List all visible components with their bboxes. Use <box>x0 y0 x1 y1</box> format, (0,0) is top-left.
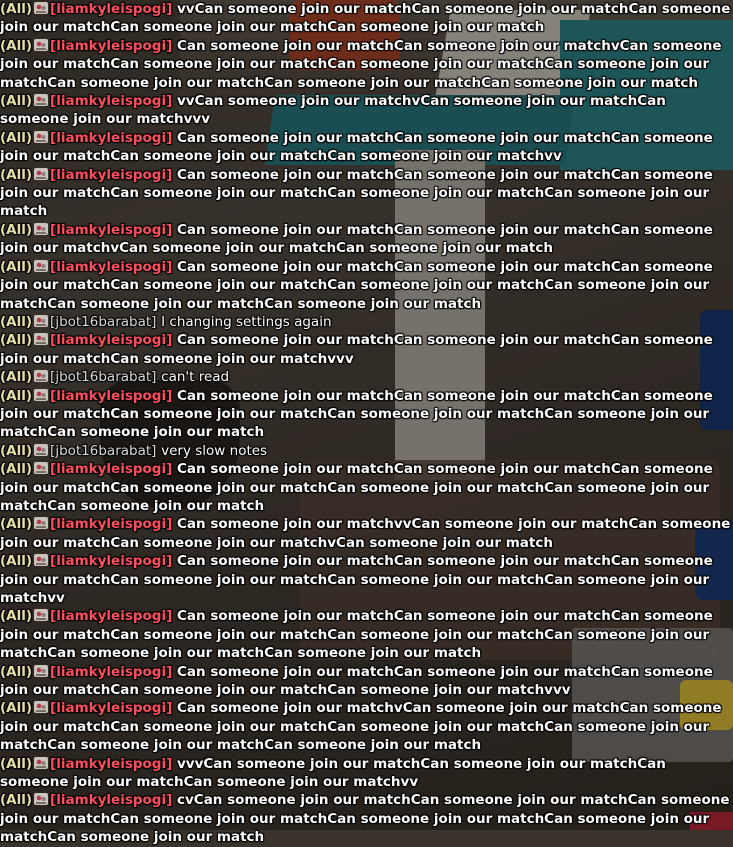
chat-message: (All) [liamkyleispogi] cvCan someone join… <box>0 791 733 846</box>
chat-username[interactable]: [liamkyleispogi] <box>50 332 172 348</box>
chat-channel-label: (All) <box>0 221 33 238</box>
chat-channel-label: (All) <box>0 129 33 146</box>
chat-message: (All) [liamkyleispogi] Can someone join o… <box>0 460 733 515</box>
chat-username[interactable]: [liamkyleispogi] <box>50 792 172 808</box>
chat-channel-label: (All) <box>0 313 33 330</box>
avatar-badge-icon <box>33 368 49 384</box>
chat-channel-label: (All) <box>0 258 33 275</box>
avatar-badge-icon <box>33 552 49 568</box>
avatar-badge-icon <box>33 755 49 771</box>
chat-message: (All) [liamkyleispogi] vvvCan someone joi… <box>0 755 733 792</box>
avatar-badge-icon <box>33 331 49 347</box>
chat-channel-label: (All) <box>0 516 33 533</box>
chat-message: (All) [liamkyleispogi] Can someone join o… <box>0 166 733 221</box>
chat-message: (All) [liamkyleispogi] Can someone join o… <box>0 331 733 368</box>
avatar-badge-icon <box>33 607 49 623</box>
avatar-badge-icon <box>33 460 49 476</box>
chat-username[interactable]: [jbot16barabat] <box>50 369 156 385</box>
chat-username[interactable]: [liamkyleispogi] <box>50 167 172 183</box>
chat-channel-label: (All) <box>0 1 33 17</box>
avatar-badge-icon <box>33 699 49 715</box>
avatar-badge-icon <box>33 387 49 403</box>
chat-message: (All) [jbot16barabat] can't read <box>0 368 733 386</box>
chat-username[interactable]: [liamkyleispogi] <box>50 38 172 54</box>
avatar-badge-icon <box>33 129 49 145</box>
chat-channel-label: (All) <box>0 37 33 54</box>
chat-username[interactable]: [liamkyleispogi] <box>50 1 172 17</box>
chat-username[interactable]: [liamkyleispogi] <box>50 608 172 624</box>
avatar-badge-icon <box>33 515 49 531</box>
chat-username[interactable]: [jbot16barabat] <box>50 314 156 330</box>
chat-channel-label: (All) <box>0 755 33 772</box>
chat-channel-label: (All) <box>0 700 33 717</box>
chat-username[interactable]: [liamkyleispogi] <box>50 259 172 275</box>
chat-username[interactable]: [liamkyleispogi] <box>50 388 172 404</box>
avatar-badge-icon <box>33 92 49 108</box>
chat-username[interactable]: [liamkyleispogi] <box>50 461 172 477</box>
chat-username[interactable]: [liamkyleispogi] <box>50 664 172 680</box>
chat-message: (All) [liamkyleispogi] Can someone join o… <box>0 221 733 258</box>
chat-channel-label: (All) <box>0 332 33 349</box>
chat-username[interactable]: [jbot16barabat] <box>50 443 156 459</box>
chat-message: (All) [liamkyleispogi] vvCan someone join… <box>0 0 733 37</box>
chat-message: (All) [liamkyleispogi] Can someone join o… <box>0 515 733 552</box>
chat-message: (All) [liamkyleispogi] Can someone join o… <box>0 663 733 700</box>
chat-message-text: can't read <box>161 369 230 386</box>
avatar-badge-icon <box>33 791 49 807</box>
chat-message: (All) [liamkyleispogi] Can someone join o… <box>0 552 733 607</box>
chat-message-text: I changing settings again <box>161 313 332 330</box>
chat-message: (All) [liamkyleispogi] Can someone join o… <box>0 129 733 166</box>
chat-username[interactable]: [liamkyleispogi] <box>50 93 172 109</box>
chat-username[interactable]: [liamkyleispogi] <box>50 222 172 238</box>
chat-message: (All) [liamkyleispogi] Can someone join o… <box>0 258 733 313</box>
chat-username[interactable]: [liamkyleispogi] <box>50 756 172 772</box>
chat-username[interactable]: [liamkyleispogi] <box>50 553 172 569</box>
chat-channel-label: (All) <box>0 442 33 459</box>
chat-channel-label: (All) <box>0 461 33 478</box>
chat-username[interactable]: [liamkyleispogi] <box>50 700 172 716</box>
chat-username[interactable]: [liamkyleispogi] <box>50 130 172 146</box>
chat-channel-label: (All) <box>0 663 33 680</box>
chat-message: (All) [liamkyleispogi] vvCan someone join… <box>0 92 733 129</box>
chat-channel-label: (All) <box>0 166 33 183</box>
avatar-badge-icon <box>33 313 49 329</box>
chat-message: (All) [jbot16barabat] very slow notes <box>0 442 733 460</box>
chat-message: (All) [jbot16barabat] I changing settings… <box>0 313 733 331</box>
chat-channel-label: (All) <box>0 369 33 386</box>
avatar-badge-icon <box>33 442 49 458</box>
chat-message: (All) [liamkyleispogi] Can someone join o… <box>0 607 733 662</box>
chat-message-text: very slow notes <box>161 442 268 459</box>
avatar-badge-icon <box>33 37 49 53</box>
chat-channel-label: (All) <box>0 608 33 625</box>
avatar-badge-icon <box>33 0 49 16</box>
avatar-badge-icon <box>33 166 49 182</box>
chat-message: (All) [liamkyleispogi] Can someone join o… <box>0 37 733 92</box>
avatar-badge-icon <box>33 663 49 679</box>
chat-username[interactable]: [liamkyleispogi] <box>50 516 172 532</box>
avatar-badge-icon <box>33 221 49 237</box>
chat-channel-label: (All) <box>0 387 33 404</box>
chat-channel-label: (All) <box>0 553 33 570</box>
chat-channel-label: (All) <box>0 792 33 809</box>
avatar-badge-icon <box>33 258 49 274</box>
chat-message: (All) [liamkyleispogi] Can someone join o… <box>0 699 733 754</box>
chat-message: (All) [liamkyleispogi] Can someone join o… <box>0 387 733 442</box>
chat-channel-label: (All) <box>0 93 33 110</box>
chat-log[interactable]: (All) [liamkyleispogi] vvCan someone join… <box>0 0 733 845</box>
